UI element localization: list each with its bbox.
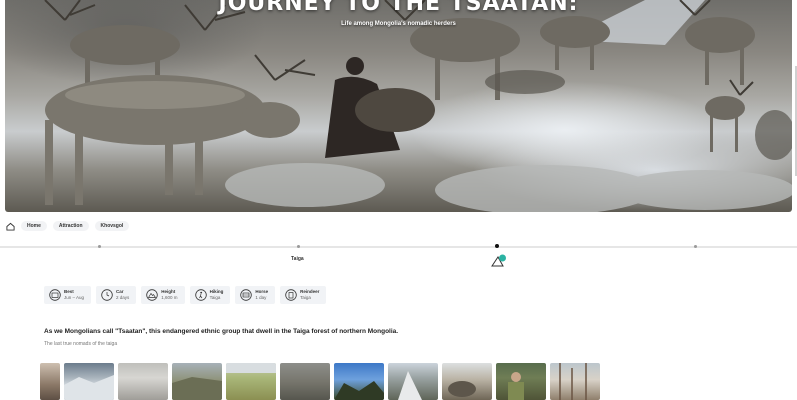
calendar-icon bbox=[49, 289, 61, 301]
info-value: 2 days bbox=[116, 295, 130, 300]
horse-icon bbox=[240, 289, 253, 301]
clock-icon bbox=[101, 289, 113, 301]
gallery-thumbnail[interactable] bbox=[280, 363, 330, 400]
gallery-thumbnail[interactable] bbox=[496, 363, 546, 400]
gallery-thumbnail[interactable] bbox=[40, 363, 60, 400]
timeline-stop-active[interactable] bbox=[495, 244, 499, 248]
info-value: 1,600 m bbox=[161, 295, 178, 300]
mountain-pin-icon bbox=[491, 254, 506, 267]
hero-subtitle: Life among Mongolia's nomadic herders bbox=[341, 21, 456, 27]
hero-title: JOURNEY TO THE TSAATAN: bbox=[218, 0, 579, 16]
info-value: Jun – Aug bbox=[64, 295, 85, 300]
breadcrumb-khovsgol[interactable]: Khovsgol bbox=[94, 221, 130, 231]
info-chip: Hiking Taiga bbox=[189, 286, 231, 304]
info-value: Taiga bbox=[209, 295, 221, 300]
info-value: Taiga bbox=[300, 295, 311, 300]
info-chip: Horse 1 day bbox=[235, 286, 276, 304]
reindeer-herd-illustration bbox=[44, 0, 792, 212]
description-subtext: The last true nomads of the taiga bbox=[44, 341, 118, 347]
reindeer-icon bbox=[285, 289, 297, 301]
timeline-label: Taiga bbox=[291, 256, 304, 262]
mountain-icon bbox=[146, 289, 158, 301]
timeline-stop[interactable] bbox=[98, 245, 101, 248]
timeline-stop[interactable] bbox=[297, 245, 300, 248]
gallery-thumbnail[interactable] bbox=[118, 363, 168, 400]
timeline-stop[interactable] bbox=[694, 245, 697, 248]
gallery-thumbnail[interactable] bbox=[334, 363, 384, 400]
hero-image: JOURNEY TO THE TSAATAN: Life among Mongo… bbox=[5, 0, 792, 212]
trip-info: Best Jun – Aug Car 2 days Height 1,600 m bbox=[44, 286, 327, 304]
gallery-thumbnail[interactable] bbox=[442, 363, 492, 400]
photo-gallery bbox=[40, 363, 600, 400]
info-chip: Best Jun – Aug bbox=[44, 286, 92, 304]
info-chip: Car 2 days bbox=[96, 286, 137, 304]
info-chip: Reindeer Taiga bbox=[280, 286, 327, 304]
route-timeline bbox=[0, 246, 797, 248]
gallery-thumbnail[interactable] bbox=[64, 363, 114, 400]
home-icon[interactable] bbox=[6, 222, 15, 231]
breadcrumb: Home Attraction Khovsgol bbox=[6, 220, 130, 232]
info-value: 1 day bbox=[255, 295, 267, 300]
description-text: As we Mongolians call "Tsaatan", this en… bbox=[44, 328, 399, 335]
gallery-thumbnail[interactable] bbox=[172, 363, 222, 400]
gallery-thumbnail[interactable] bbox=[388, 363, 438, 400]
breadcrumb-attraction[interactable]: Attraction bbox=[52, 221, 89, 231]
breadcrumb-home[interactable]: Home bbox=[21, 221, 47, 231]
gallery-thumbnail[interactable] bbox=[226, 363, 276, 400]
info-chip: Height 1,600 m bbox=[141, 286, 185, 304]
gallery-thumbnail[interactable] bbox=[550, 363, 600, 400]
hiking-icon bbox=[194, 289, 207, 301]
